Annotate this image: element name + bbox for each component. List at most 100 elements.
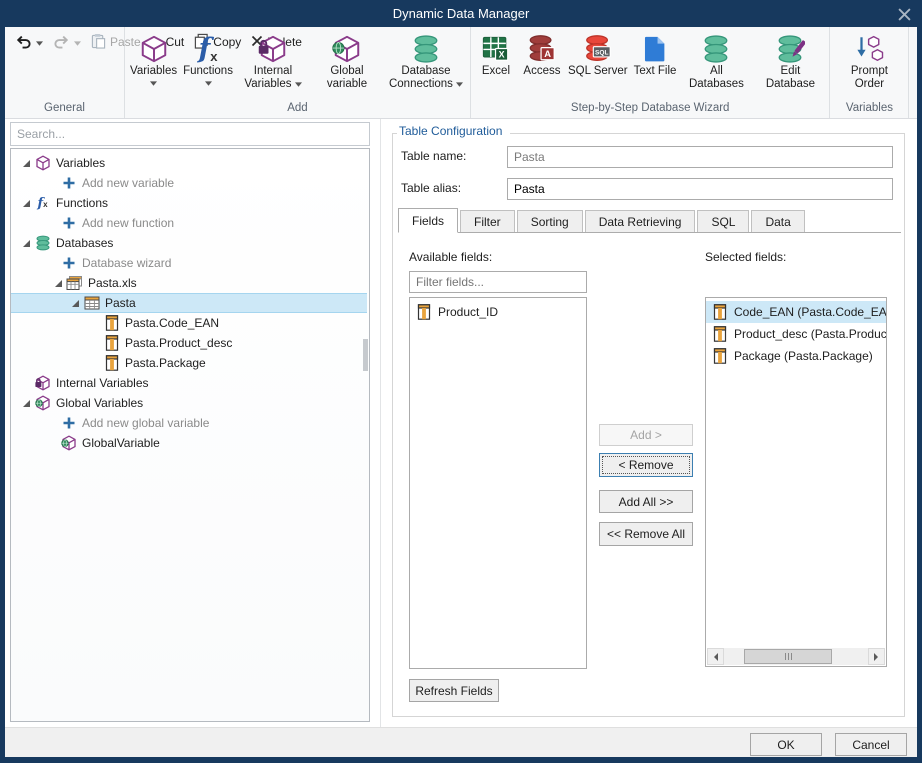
- filter-fields-input[interactable]: [409, 271, 587, 293]
- plus-icon: [59, 416, 78, 430]
- table-name-input[interactable]: [507, 146, 893, 168]
- tree-item-variables[interactable]: Variables: [11, 153, 369, 173]
- tree-scrollbar[interactable]: [363, 339, 368, 371]
- list-item-package-pasta-package[interactable]: Package (Pasta.Package): [706, 345, 886, 367]
- search-input[interactable]: [10, 122, 370, 146]
- tree-item-databases[interactable]: Databases: [11, 233, 369, 253]
- tab-data-retrieving[interactable]: Data Retrieving: [585, 210, 696, 232]
- db-edit-icon: [775, 32, 805, 65]
- expander-icon[interactable]: [19, 199, 33, 208]
- cancel-button[interactable]: Cancel: [835, 733, 907, 756]
- tree-item-label: Pasta.Package: [125, 356, 206, 370]
- list-item-label: Package (Pasta.Package): [734, 349, 873, 363]
- tree-item-database-wizard[interactable]: Database wizard: [11, 253, 369, 273]
- ribbon-button-label: Global variable: [313, 65, 381, 91]
- scrollbar-track[interactable]: [724, 648, 868, 665]
- tab-sql[interactable]: SQL: [697, 210, 749, 232]
- table-alias-input[interactable]: [507, 178, 893, 200]
- add-all-button[interactable]: Add All >>: [599, 490, 693, 513]
- tree-item-add-new-global-variable[interactable]: Add new global variable: [11, 413, 369, 433]
- expander-icon[interactable]: [68, 299, 82, 308]
- ribbon-button-excel[interactable]: X Excel: [473, 29, 519, 79]
- tab-sorting[interactable]: Sorting: [517, 210, 583, 232]
- tree-item-label: Global Variables: [56, 396, 143, 410]
- expander-icon[interactable]: [19, 159, 33, 168]
- redo-button[interactable]: [53, 32, 81, 52]
- cube-globe-s-icon: [59, 435, 78, 451]
- field-icon: [711, 326, 729, 342]
- tree-item-add-new-variable[interactable]: Add new variable: [11, 173, 369, 193]
- scroll-right-button[interactable]: [868, 648, 885, 665]
- ribbon-button-sql-server[interactable]: SQLSQL Server: [565, 29, 631, 79]
- title-bar: Dynamic Data Manager: [0, 0, 922, 27]
- tree-item-global-variables[interactable]: Global Variables: [11, 393, 369, 413]
- tree-item-pasta-xls[interactable]: Pasta.xls: [11, 273, 369, 293]
- tab-data[interactable]: Data: [751, 210, 804, 232]
- ribbon-button-label: Edit Database: [756, 65, 824, 91]
- scrollbar-thumb[interactable]: [744, 649, 832, 664]
- remove-all-button[interactable]: << Remove All: [599, 522, 693, 546]
- tree-item-functions[interactable]: fxFunctions: [11, 193, 369, 213]
- ribbon-button-label: Access: [523, 65, 560, 78]
- ribbon-group-add: VariablesfxFunctionsInternal VariablesGl…: [125, 27, 471, 118]
- tab-filter[interactable]: Filter: [460, 210, 515, 232]
- workbook-icon: [65, 275, 84, 291]
- tree-item-label: Internal Variables: [56, 376, 149, 390]
- expander-icon[interactable]: [51, 279, 65, 288]
- list-item-product-id[interactable]: Product_ID: [410, 301, 586, 323]
- list-item-code-ean-pasta-code-ean[interactable]: Code_EAN (Pasta.Code_EAN): [706, 301, 886, 323]
- plus-icon: [59, 216, 78, 230]
- ribbon-button-text-file[interactable]: Text File: [631, 29, 680, 79]
- ribbon-button-functions[interactable]: fxFunctions: [180, 29, 236, 87]
- field-icon: [415, 304, 433, 320]
- window-title: Dynamic Data Manager: [393, 6, 530, 21]
- cube-globe-icon: [332, 32, 362, 65]
- ribbon-button-internal-variables[interactable]: Internal Variables: [236, 29, 310, 92]
- expander-icon[interactable]: [19, 239, 33, 248]
- ribbon-button-label: Functions: [183, 65, 233, 78]
- window-border: [0, 757, 922, 763]
- ribbon-button-global-variable[interactable]: Global variable: [310, 29, 384, 92]
- tree-item-pasta[interactable]: Pasta: [11, 293, 367, 313]
- ribbon-button-label: Excel: [482, 65, 510, 78]
- undo-caret-icon: [36, 35, 43, 49]
- expander-icon[interactable]: [19, 399, 33, 408]
- table-icon: [82, 295, 101, 311]
- ribbon-group-label-general: General: [7, 101, 122, 118]
- scroll-left-button[interactable]: [707, 648, 724, 665]
- ribbon-group-wizard: XExcelAAccessSQLSQL ServerText FileAll D…: [471, 27, 830, 118]
- fx-s-icon: fx: [33, 196, 52, 211]
- undo-button[interactable]: [15, 32, 43, 52]
- add-button[interactable]: Add >: [599, 424, 693, 446]
- tree-item-globalvariable[interactable]: GlobalVariable: [11, 433, 369, 453]
- tree-item-add-new-function[interactable]: Add new function: [11, 213, 369, 233]
- ribbon-button-database-connections[interactable]: Database Connections: [384, 29, 468, 92]
- ribbon-button-variables[interactable]: Variables: [127, 29, 180, 87]
- ribbon-button-label: Variables: [130, 65, 177, 78]
- paste-icon: [91, 33, 106, 52]
- svg-text:X: X: [499, 49, 505, 59]
- list-item-product-desc-pasta-product[interactable]: Product_desc (Pasta.Product_: [706, 323, 886, 345]
- ribbon-button-access[interactable]: AAccess: [519, 29, 565, 79]
- tree-item-pasta-package[interactable]: Pasta.Package: [11, 353, 369, 373]
- redo-icon: [53, 33, 70, 52]
- close-button[interactable]: [896, 7, 912, 21]
- selected-fields-hscrollbar[interactable]: [707, 648, 885, 665]
- tab-fields[interactable]: Fields: [398, 208, 458, 233]
- ribbon-button-prompt-order[interactable]: Prompt Order: [832, 29, 906, 92]
- dropdown-caret-icon: [295, 78, 302, 91]
- undo-icon: [15, 33, 32, 52]
- tree-item-pasta-product-desc[interactable]: Pasta.Product_desc: [11, 333, 369, 353]
- tree-item-label: Pasta.xls: [88, 276, 137, 290]
- refresh-fields-button[interactable]: Refresh Fields: [409, 679, 499, 702]
- ribbon-group-general: Paste ✂ Cut Copy Delete General: [5, 27, 125, 118]
- tree-item-pasta-code-ean[interactable]: Pasta.Code_EAN: [11, 313, 369, 333]
- tree-item-internal-variables[interactable]: Internal Variables: [11, 373, 369, 393]
- db-access-icon: A: [527, 32, 557, 65]
- ribbon-button-edit-database[interactable]: Edit Database: [753, 29, 827, 92]
- remove-button[interactable]: < Remove: [599, 453, 693, 477]
- ribbon-button-all-databases[interactable]: All Databases: [679, 29, 753, 92]
- tree-item-label: Pasta.Code_EAN: [125, 316, 219, 330]
- ok-button[interactable]: OK: [750, 733, 822, 756]
- list-item-label: Code_EAN (Pasta.Code_EAN): [734, 305, 886, 319]
